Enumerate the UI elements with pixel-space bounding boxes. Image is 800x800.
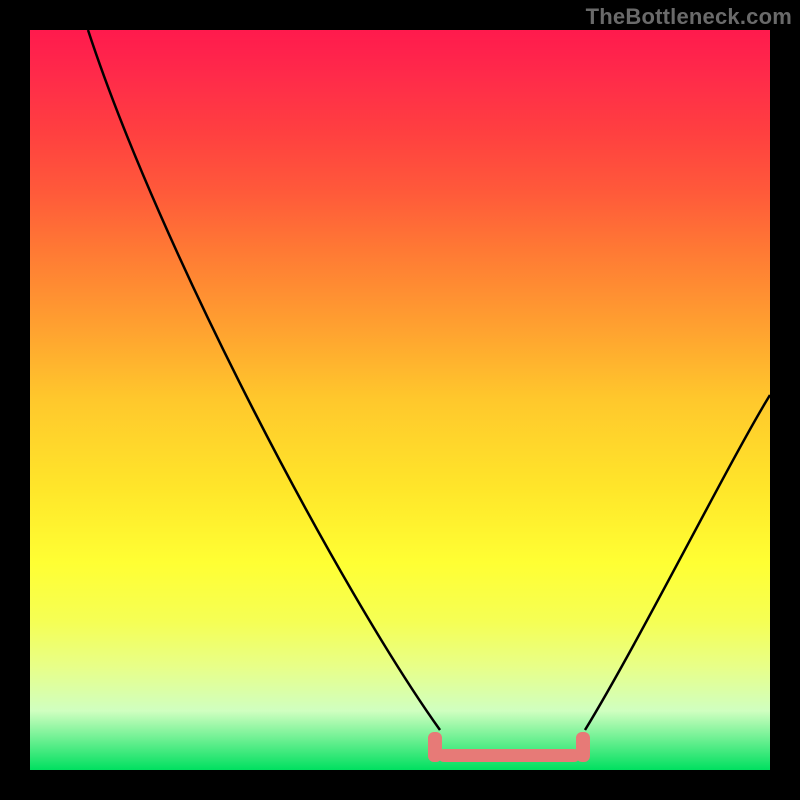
curve-left-limb xyxy=(88,30,440,730)
chart-canvas: TheBottleneck.com xyxy=(0,0,800,800)
optimal-marker-bar xyxy=(438,749,580,762)
curve-right-limb xyxy=(585,395,770,730)
bottleneck-curve xyxy=(30,30,770,770)
watermark-text: TheBottleneck.com xyxy=(586,4,792,30)
optimal-marker-right-cap xyxy=(576,732,590,762)
